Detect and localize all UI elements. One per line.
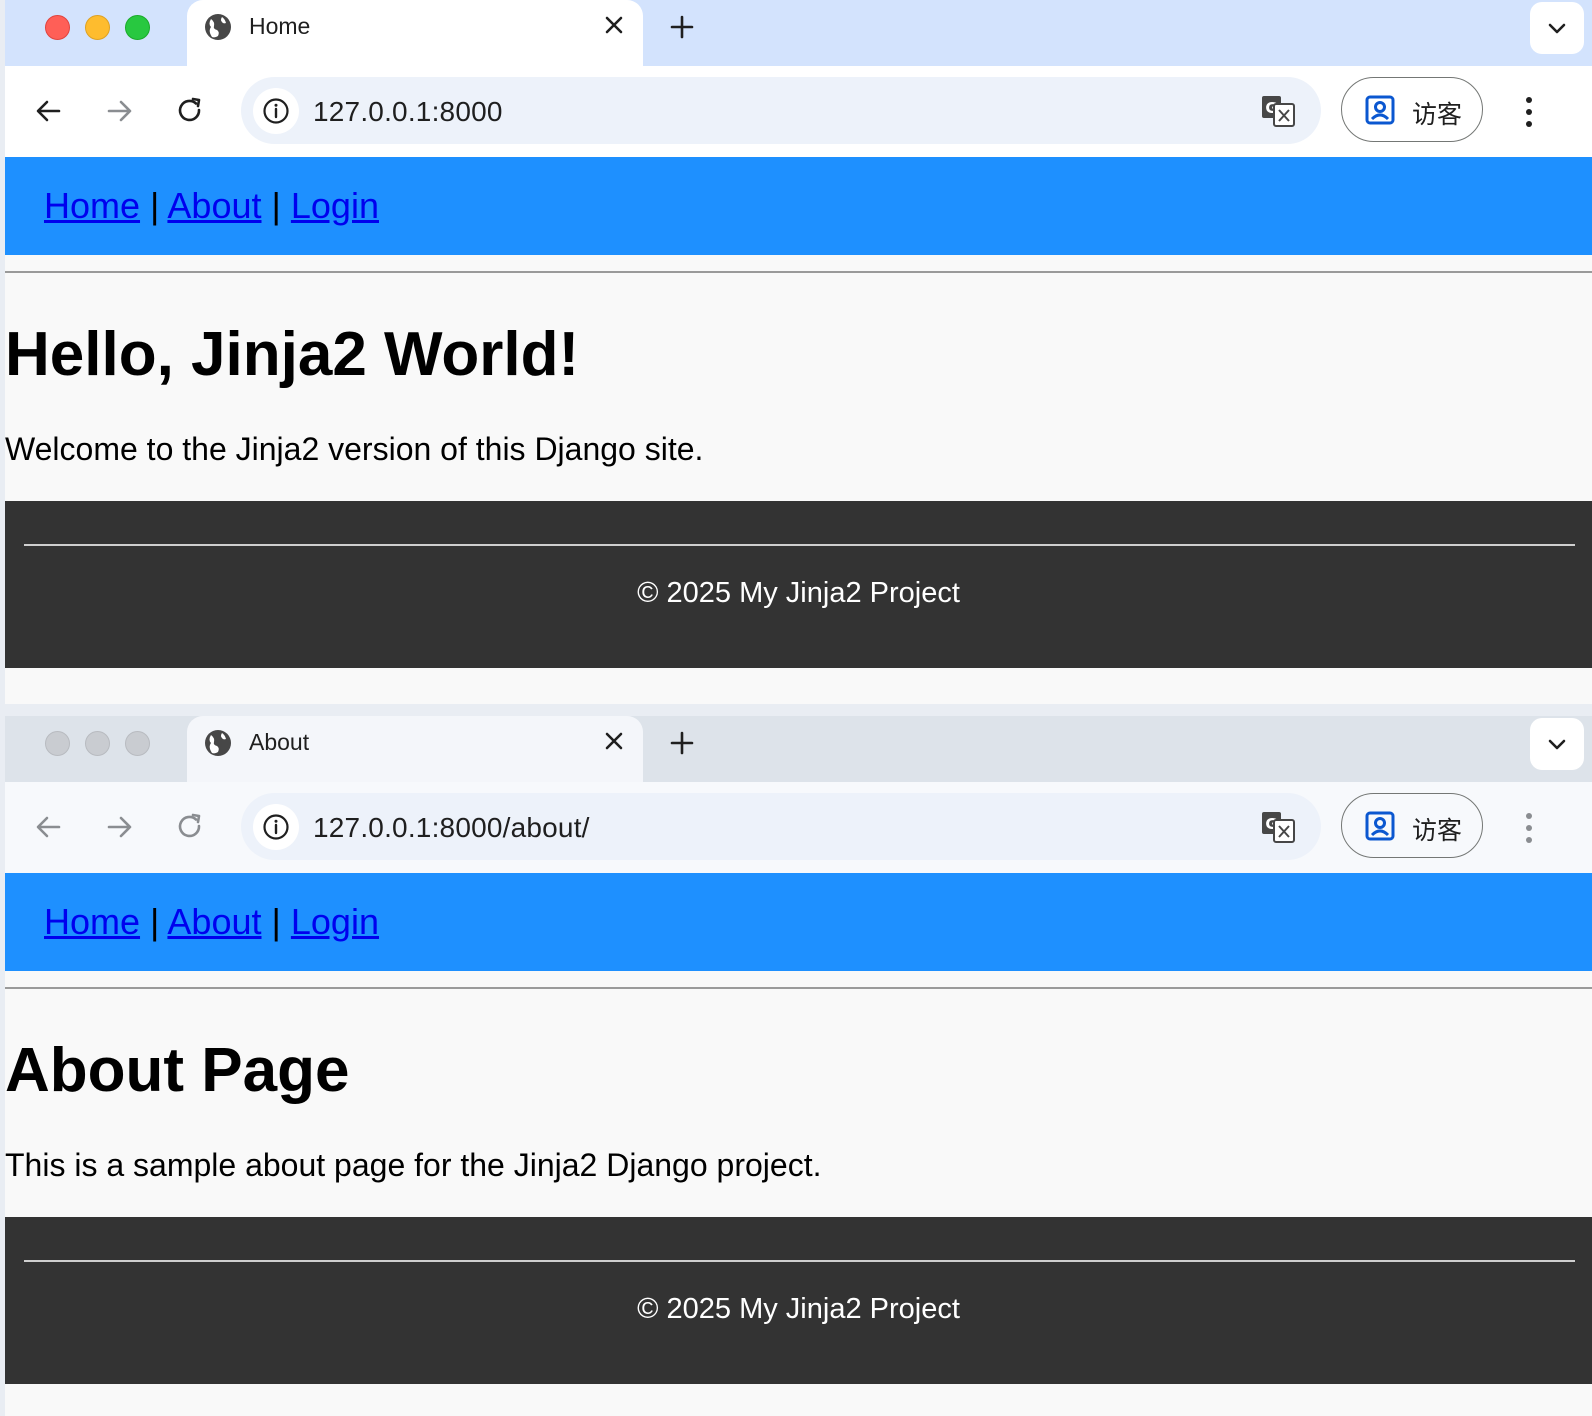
nav-home-link[interactable]: Home [44,901,140,942]
page-content: Home | About | Login About Page This is … [5,873,1592,1416]
site-nav: Home | About | Login [5,157,1592,255]
nav-separator: | [271,185,281,226]
site-info-button[interactable] [253,804,299,850]
nav-login-link[interactable]: Login [291,185,379,226]
kebab-menu-icon[interactable] [1511,808,1547,848]
info-icon [263,814,289,840]
tab-search-button[interactable] [1530,718,1584,770]
page-content: Home | About | Login Hello, Jinja2 World… [5,157,1592,704]
footer-copyright: © 2025 My Jinja2 Project [637,577,960,609]
divider [5,271,1592,273]
tab-strip: About [5,716,1592,782]
forward-arrow-icon[interactable] [101,93,137,129]
window-controls [45,731,150,756]
site-info-button[interactable] [253,88,299,134]
tab-title: About [249,729,310,755]
browser-window-home: Home 127.0.0.1:8000 G 访客 Home | About | … [5,0,1592,704]
kebab-menu-icon[interactable] [1511,92,1547,132]
tab-home[interactable]: Home [187,0,643,66]
url-text: 127.0.0.1:8000/about/ [313,812,590,843]
minimize-window-button[interactable] [85,731,110,756]
close-icon[interactable] [599,10,629,40]
plus-icon[interactable] [665,726,699,760]
tab-search-button[interactable] [1530,2,1584,54]
divider [5,987,1592,989]
browser-toolbar: 127.0.0.1:8000/about/ G 访客 [5,782,1592,873]
plus-icon[interactable] [665,10,699,44]
chevron-down-icon [1548,23,1566,34]
nav-login-link[interactable]: Login [291,901,379,942]
address-bar[interactable]: 127.0.0.1:8000/about/ G [241,793,1321,860]
nav-separator: | [150,901,160,942]
nav-about-link[interactable]: About [167,901,261,942]
reload-icon[interactable] [172,93,208,129]
page-title: About Page [5,1036,350,1105]
back-arrow-icon[interactable] [31,93,67,129]
info-icon [263,98,289,124]
page-title: Hello, Jinja2 World! [5,320,580,389]
nav-links: Home | About | Login [44,185,379,227]
address-bar[interactable]: 127.0.0.1:8000 G [241,77,1321,144]
back-arrow-icon[interactable] [31,809,67,845]
site-footer: © 2025 My Jinja2 Project [5,1217,1592,1384]
footer-copyright: © 2025 My Jinja2 Project [637,1293,960,1325]
browser-toolbar: 127.0.0.1:8000 G 访客 [5,66,1592,157]
nav-separator: | [271,901,281,942]
tab-strip: Home [5,0,1592,66]
nav-links: Home | About | Login [44,901,379,943]
translate-icon[interactable]: G [1259,92,1297,130]
tab-title: Home [249,13,311,39]
site-footer: © 2025 My Jinja2 Project [5,501,1592,668]
page-paragraph: Welcome to the Jinja2 version of this Dj… [5,431,704,467]
profile-button[interactable]: 访客 [1341,77,1483,142]
page-paragraph: This is a sample about page for the Jinj… [5,1147,822,1183]
minimize-window-button[interactable] [85,15,110,40]
close-window-button[interactable] [45,731,70,756]
site-nav: Home | About | Login [5,873,1592,971]
close-icon[interactable] [599,726,629,756]
profile-icon [1365,811,1395,841]
nav-about-link[interactable]: About [167,185,261,226]
maximize-window-button[interactable] [125,731,150,756]
translate-icon[interactable]: G [1259,808,1297,846]
profile-button[interactable]: 访客 [1341,793,1483,858]
browser-window-about: About 127.0.0.1:8000/about/ G 访客 Home | … [5,716,1592,1416]
globe-icon [205,730,231,756]
forward-arrow-icon[interactable] [101,809,137,845]
nav-home-link[interactable]: Home [44,185,140,226]
chevron-down-icon [1548,739,1566,750]
profile-label: 访客 [1412,816,1463,845]
maximize-window-button[interactable] [125,15,150,40]
profile-icon [1365,95,1395,125]
footer-divider [24,544,1575,546]
reload-icon[interactable] [172,809,208,845]
close-window-button[interactable] [45,15,70,40]
footer-divider [24,1260,1575,1262]
globe-icon [205,14,231,40]
nav-separator: | [150,185,160,226]
tab-about[interactable]: About [187,716,643,782]
window-controls [45,15,150,40]
url-text: 127.0.0.1:8000 [313,96,503,127]
profile-label: 访客 [1412,100,1463,129]
